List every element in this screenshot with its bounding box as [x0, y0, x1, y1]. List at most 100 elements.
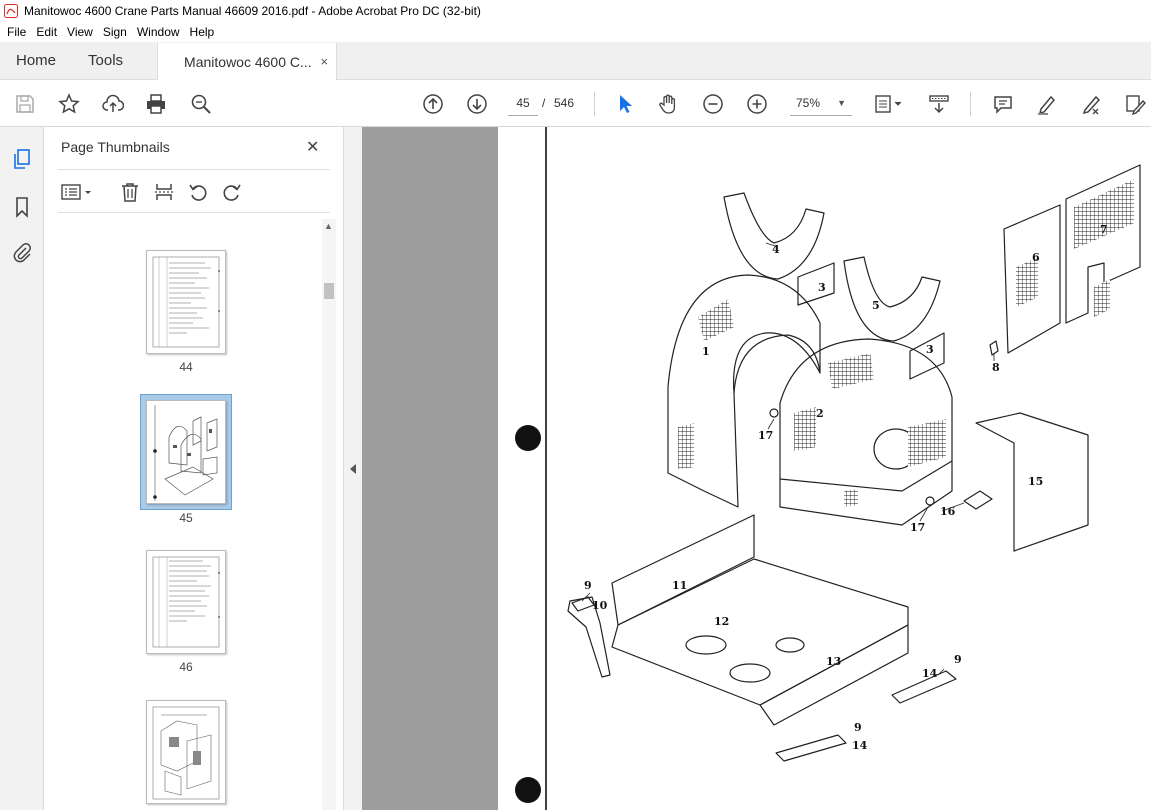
tab-document[interactable]: Manitowoc 4600 C... ×: [157, 43, 338, 80]
panel-splitter[interactable]: [344, 127, 362, 810]
tab-document-label: Manitowoc 4600 C...: [184, 53, 312, 70]
menu-bar: File Edit View Sign Window Help: [0, 22, 1151, 42]
zoom-in-icon[interactable]: [744, 91, 770, 117]
thumbnail-label-46: 46: [179, 660, 193, 674]
part-12-floor: [611, 558, 909, 706]
callout-6: 6: [1032, 251, 1040, 264]
rotate-clockwise-icon[interactable]: [220, 180, 244, 204]
delete-page-icon[interactable]: [118, 180, 142, 204]
menu-view[interactable]: View: [62, 25, 98, 39]
collapse-panel-icon[interactable]: [349, 463, 357, 475]
document-viewport[interactable]: 1 2 3 3 4 5 6 7 8 9 9 9 10 11 12 13 14 1…: [362, 127, 1151, 810]
floor-cutout: [685, 635, 727, 655]
cloud-upload-icon[interactable]: [100, 91, 126, 117]
thumbnail-list[interactable]: 44 45 46: [58, 214, 322, 810]
page-separator: /: [542, 96, 546, 110]
bookmark-star-icon[interactable]: [56, 91, 82, 117]
part-2-seam: [779, 460, 953, 492]
tab-tools[interactable]: Tools: [72, 42, 139, 79]
select-cursor-icon[interactable]: [612, 91, 638, 117]
scroll-up-icon[interactable]: ▲: [324, 221, 333, 231]
exploded-parts-drawing: 1 2 3 3 4 5 6 7 8 9 9 9 10 11 12 13 14 1…: [515, 127, 1141, 810]
scrollbar-thumb[interactable]: [324, 283, 334, 299]
callout-15: 15: [1028, 475, 1043, 488]
window-titlebar: Manitowoc 4600 Crane Parts Manual 46609 …: [0, 0, 1151, 22]
callout-9: 9: [954, 653, 962, 666]
acrobat-icon: [4, 4, 18, 18]
tab-home[interactable]: Home: [0, 42, 72, 79]
window-title: Manitowoc 4600 Crane Parts Manual 46609 …: [24, 4, 481, 18]
callout-13: 13: [826, 655, 841, 668]
page-thumbnail-47[interactable]: [146, 700, 226, 804]
callout-14: 14: [852, 739, 868, 752]
chevron-down-icon: ▼: [837, 98, 846, 108]
punch-hole: [515, 777, 541, 803]
callout-5: 5: [872, 299, 880, 312]
menu-window[interactable]: Window: [132, 25, 185, 39]
page-number-input[interactable]: 45: [508, 90, 538, 116]
panel-title: Page Thumbnails: [61, 139, 170, 155]
callout-1: 1: [702, 345, 710, 358]
rotate-counterclockwise-icon[interactable]: [186, 180, 210, 204]
punch-hole: [515, 425, 541, 451]
page-thumbnail-44[interactable]: [146, 250, 226, 354]
part-4-shape: [723, 192, 825, 280]
sign-pen-icon[interactable]: [1078, 91, 1104, 117]
zoom-out-icon[interactable]: [700, 91, 726, 117]
part-3-bracket: [909, 332, 945, 380]
menu-edit[interactable]: Edit: [31, 25, 62, 39]
callout-7: 7: [1100, 223, 1108, 236]
callout-9: 9: [854, 721, 862, 734]
thumbnail-scrollbar[interactable]: ▲: [322, 219, 336, 810]
thumbnail-options-icon[interactable]: [60, 180, 94, 204]
hand-tool-icon[interactable]: [656, 91, 682, 117]
edit-pdf-icon[interactable]: [1122, 91, 1148, 117]
part-16-latch: [963, 490, 993, 510]
callout-12: 12: [714, 615, 729, 628]
page-thumbnail-46[interactable]: [146, 550, 226, 654]
part-5-shape: [843, 256, 941, 342]
part-13-rail: [759, 624, 909, 726]
previous-page-icon[interactable]: [420, 91, 446, 117]
menu-help[interactable]: Help: [185, 25, 220, 39]
zoom-level-value: 75%: [796, 96, 821, 110]
callout-11: 11: [672, 579, 687, 592]
callout-17: 17: [910, 521, 925, 534]
callout-8: 8: [992, 361, 1000, 374]
print-icon[interactable]: [143, 91, 169, 117]
page-thumbnail-45[interactable]: [146, 400, 226, 504]
total-pages: 546: [554, 96, 575, 110]
page-thumbnails-icon[interactable]: [10, 147, 34, 171]
callout-10: 10: [592, 599, 608, 612]
bookmarks-icon[interactable]: [10, 195, 34, 219]
part-1-housing: [667, 274, 821, 508]
next-page-icon[interactable]: [464, 91, 490, 117]
callout-4: 4: [772, 243, 780, 256]
insert-page-icon[interactable]: [152, 180, 176, 204]
callout-9: 9: [584, 579, 592, 592]
main-toolbar: 45 / 546 75% ▼: [0, 80, 1151, 127]
scroll-mode-icon[interactable]: [926, 91, 952, 117]
toolbar-divider: [970, 92, 971, 116]
page-thumbnails-panel: Page Thumbnails ✕ 44 45 46: [44, 127, 344, 810]
menu-sign[interactable]: Sign: [98, 25, 132, 39]
attachments-icon[interactable]: [10, 240, 34, 264]
save-icon[interactable]: [12, 91, 38, 117]
callout-17: 17: [758, 429, 773, 442]
zoom-level-select[interactable]: 75% ▼: [790, 90, 852, 116]
left-navigation-rail: [0, 127, 44, 810]
highlight-pen-icon[interactable]: [1034, 91, 1060, 117]
comment-icon[interactable]: [990, 91, 1016, 117]
part-17-fastener: [925, 496, 935, 506]
callout-14: 14: [922, 667, 938, 680]
zoom-search-icon[interactable]: [188, 91, 214, 117]
callout-2: 2: [816, 407, 824, 420]
part-17-fastener: [769, 408, 779, 418]
close-tab-icon[interactable]: ×: [320, 54, 328, 69]
page-fit-icon[interactable]: [870, 91, 906, 117]
tab-bar: Home Tools Manitowoc 4600 C... ×: [0, 42, 1151, 80]
close-panel-icon[interactable]: ✕: [306, 137, 319, 157]
menu-file[interactable]: File: [2, 25, 31, 39]
panel-toolbar: [58, 169, 330, 213]
floor-cutout: [775, 637, 805, 653]
